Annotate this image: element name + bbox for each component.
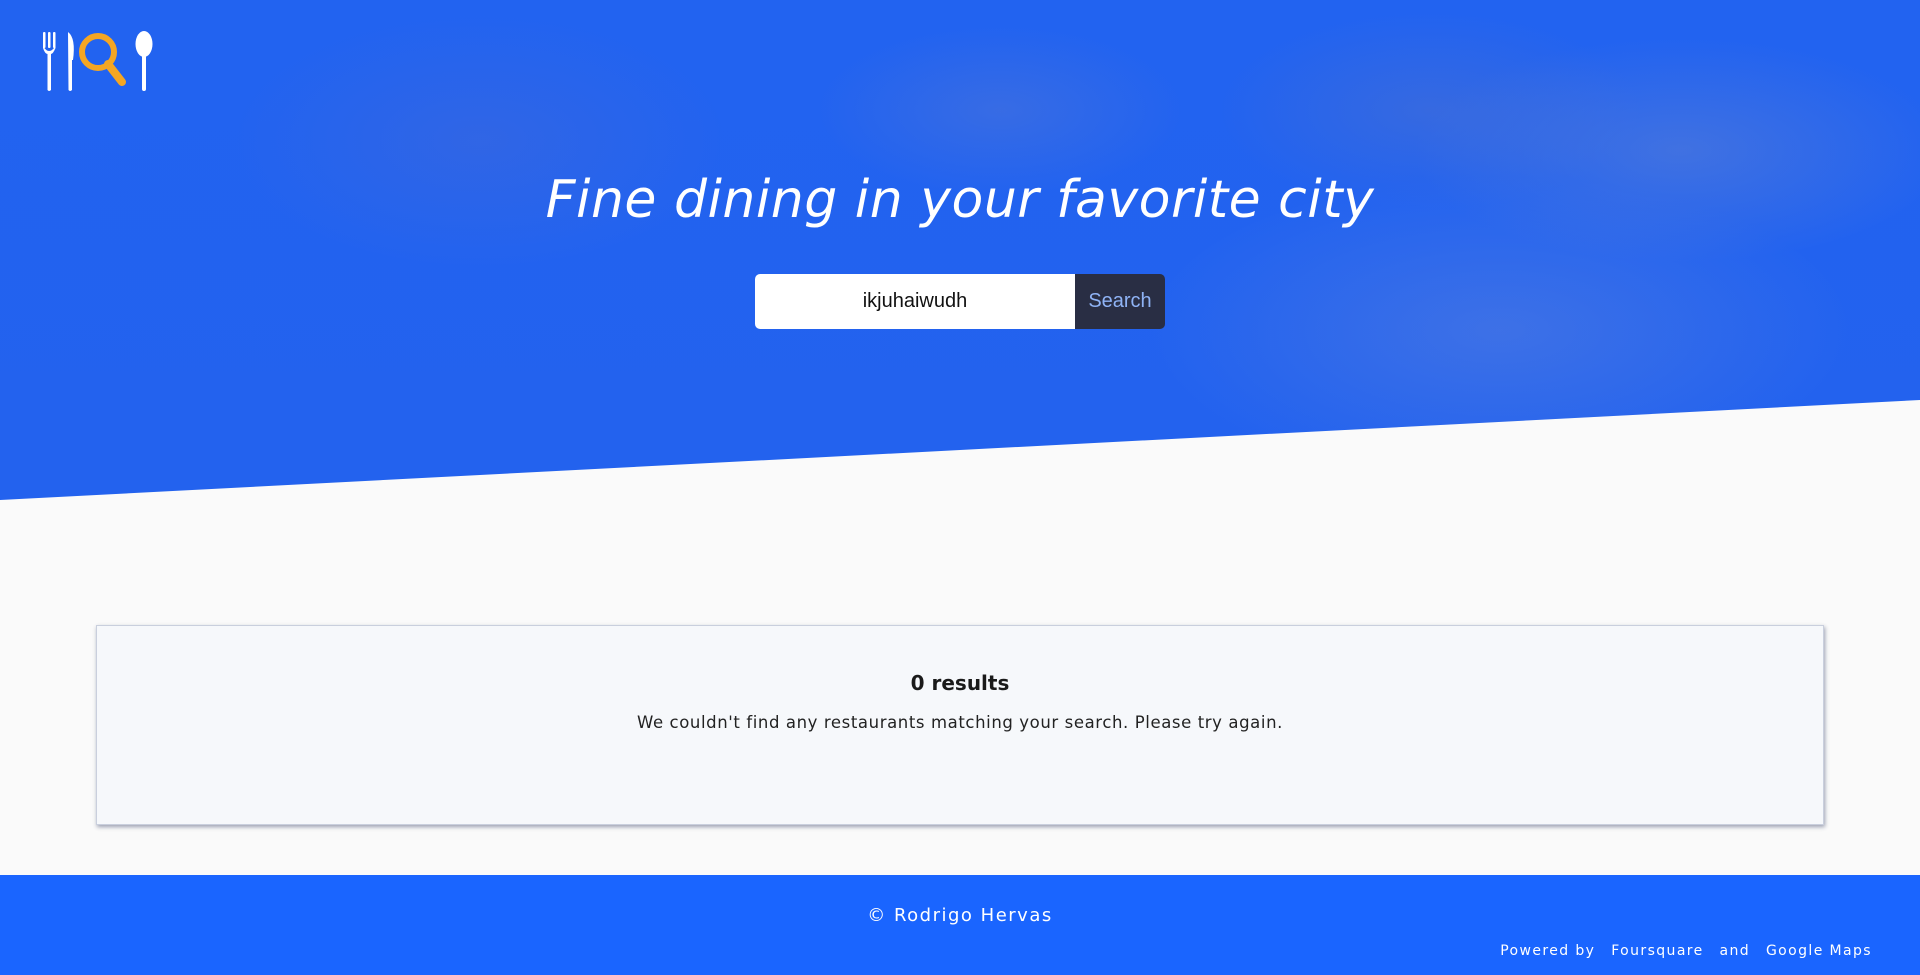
hero-banner bbox=[0, 0, 1920, 500]
powered-by-label: Powered by bbox=[1500, 943, 1596, 959]
google-maps-link[interactable]: Google Maps bbox=[1766, 943, 1872, 959]
footer-copyright: © Rodrigo Hervas bbox=[867, 905, 1053, 926]
search-bar: Search bbox=[755, 274, 1165, 329]
results-count: 0 results bbox=[910, 671, 1010, 695]
results-card: 0 results We couldn't find any restauran… bbox=[96, 625, 1824, 825]
results-message: We couldn't find any restaurants matchin… bbox=[637, 713, 1283, 732]
search-button[interactable]: Search bbox=[1075, 274, 1165, 329]
page-title: Fine dining in your favorite city bbox=[545, 170, 1375, 230]
and-label: and bbox=[1719, 943, 1751, 959]
footer: © Rodrigo Hervas Powered by Foursquare a… bbox=[0, 875, 1920, 975]
logo[interactable] bbox=[40, 30, 156, 92]
footer-powered-by: Powered by Foursquare and Google Maps bbox=[1500, 943, 1872, 959]
fork-knife-magnifier-spoon-icon bbox=[43, 31, 153, 91]
search-input[interactable] bbox=[755, 274, 1075, 329]
foursquare-link[interactable]: Foursquare bbox=[1611, 943, 1703, 959]
